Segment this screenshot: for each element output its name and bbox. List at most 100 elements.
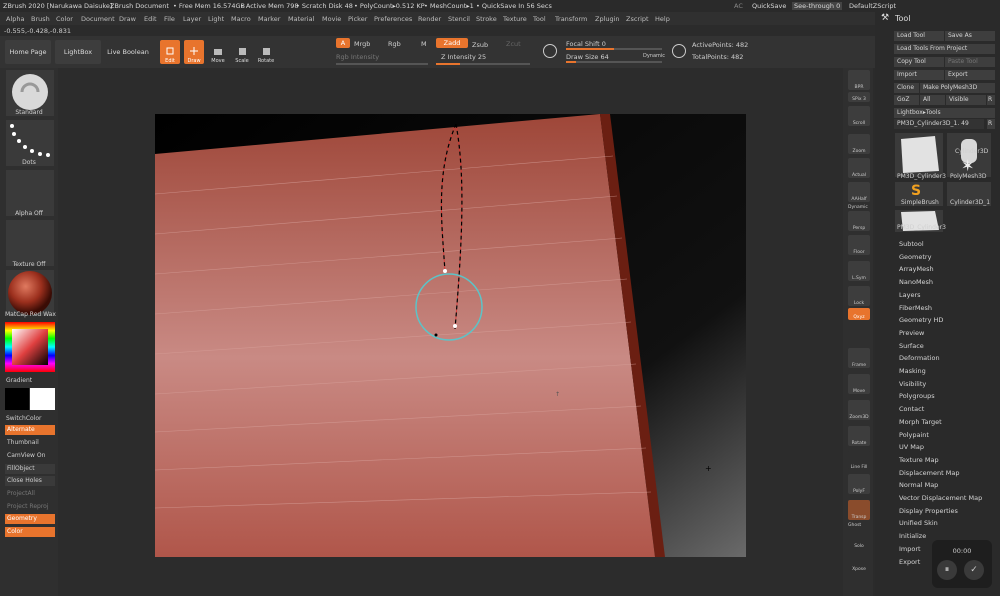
menu-stroke[interactable]: Stroke — [476, 15, 497, 23]
closeholes-button[interactable]: Close Holes — [5, 476, 55, 486]
curve-point[interactable] — [434, 333, 438, 337]
move-button[interactable]: Move — [208, 40, 228, 64]
import-button[interactable]: Import — [894, 70, 944, 80]
tool-item-display-properties[interactable]: Display Properties — [899, 507, 958, 515]
load-tools-from-project-button[interactable]: Load Tools From Project — [894, 44, 995, 54]
zoom-button[interactable]: Zoom — [848, 134, 870, 154]
all-button[interactable]: All — [920, 95, 945, 105]
menu-file[interactable]: File — [164, 15, 175, 23]
menu-color[interactable]: Color — [56, 15, 73, 23]
lightbox-tools-button[interactable]: Lightbox▸Tools — [894, 108, 995, 118]
lightbox-button[interactable]: LightBox — [55, 40, 101, 64]
tool-item-arraymesh[interactable]: ArrayMesh — [899, 265, 934, 273]
make-polymesh-button[interactable]: Make PolyMesh3D — [920, 83, 995, 93]
menu-transform[interactable]: Transform — [555, 15, 587, 23]
save-as-button[interactable]: Save As — [945, 31, 995, 41]
tool-item-export[interactable]: Export — [899, 558, 920, 566]
quicksave-button[interactable]: QuickSave — [752, 2, 786, 10]
tool-item-uv-map[interactable]: UV Map — [899, 443, 924, 451]
edit-button[interactable]: Edit — [160, 40, 180, 64]
m-toggle[interactable]: M — [421, 40, 427, 48]
tool-item-deformation[interactable]: Deformation — [899, 354, 940, 362]
tool-item-visibility[interactable]: Visibility — [899, 380, 926, 388]
tool-item-polypaint[interactable]: Polypaint — [899, 431, 929, 439]
tool-item-contact[interactable]: Contact — [899, 405, 924, 413]
alternate-toggle[interactable]: Alternate — [5, 425, 55, 435]
scroll-button[interactable]: Scroll — [848, 106, 870, 126]
tool-item-morph-target[interactable]: Morph Target — [899, 418, 942, 426]
tool-item-normal-map[interactable]: Normal Map — [899, 481, 938, 489]
zcut-toggle[interactable]: Zcut — [506, 40, 521, 48]
tool-item-geometry[interactable]: Geometry — [899, 253, 931, 261]
solo-button[interactable]: Solo — [848, 529, 870, 549]
menu-macro[interactable]: Macro — [231, 15, 251, 23]
local-symmetry-button[interactable]: L.Sym — [848, 261, 870, 281]
bpr-button[interactable]: BPR — [848, 70, 870, 90]
spix-slider[interactable]: SPix 3 — [848, 92, 870, 102]
fillobject-button[interactable]: FillObject — [5, 464, 55, 474]
pause-button[interactable]: ⏸ — [937, 560, 957, 580]
tool-item-geometry-hd[interactable]: Geometry HD — [899, 316, 943, 324]
tool-item-fibermesh[interactable]: FiberMesh — [899, 304, 932, 312]
polyf-button[interactable]: PolyF — [848, 474, 870, 494]
frame-button[interactable]: Frame — [848, 348, 870, 368]
tool-item-layers[interactable]: Layers — [899, 291, 921, 299]
main-color-swatch[interactable] — [30, 388, 55, 410]
menu-texture[interactable]: Texture — [503, 15, 527, 23]
document-viewport[interactable]: ↑ + — [155, 114, 746, 557]
menu-document[interactable]: Document — [81, 15, 115, 23]
current-tool-slider[interactable]: PM3D_Cylinder3D_1. 49 — [894, 119, 984, 129]
rotate-view-button[interactable]: Rotate — [848, 426, 870, 446]
home-page-button[interactable]: Home Page — [5, 40, 51, 64]
live-boolean-button[interactable]: Live Boolean — [105, 40, 151, 64]
gradient-label[interactable]: Gradient — [0, 377, 58, 384]
focal-shift-icon[interactable] — [543, 44, 557, 58]
menu-light[interactable]: Light — [208, 15, 224, 23]
menu-layer[interactable]: Layer — [183, 15, 201, 23]
clone-button[interactable]: Clone — [894, 83, 919, 93]
load-tool-button[interactable]: Load Tool — [894, 31, 944, 41]
menu-alpha[interactable]: Alpha — [6, 15, 24, 23]
transp-button[interactable]: Transp — [848, 500, 870, 520]
material-thumbnail[interactable] — [6, 270, 54, 316]
copy-tool-button[interactable]: Copy Tool — [894, 57, 944, 67]
menu-material[interactable]: Material — [288, 15, 314, 23]
zadd-toggle[interactable]: Zadd — [436, 38, 468, 48]
tool-item-import[interactable]: Import — [899, 545, 921, 553]
draw-size-slider[interactable] — [566, 61, 662, 63]
color-toggle[interactable]: Color — [5, 527, 55, 537]
tool-item-preview[interactable]: Preview — [899, 329, 924, 337]
dynamic-toggle[interactable]: Dynamic — [643, 53, 665, 59]
menu-preferences[interactable]: Preferences — [374, 15, 412, 23]
tool-item-nanomesh[interactable]: NanoMesh — [899, 278, 933, 286]
tool-thumb-pm3d-cylinder[interactable] — [895, 133, 943, 177]
curve-handle[interactable] — [443, 269, 447, 273]
menu-marker[interactable]: Marker — [258, 15, 280, 23]
color-picker[interactable] — [5, 322, 55, 372]
mrgb-toggle[interactable]: Mrgb — [354, 40, 370, 48]
project-reproject-button[interactable]: Project Reproj — [5, 502, 55, 512]
a-toggle[interactable]: A — [336, 38, 350, 48]
linefill-button[interactable]: Line Fill — [848, 450, 870, 470]
tool-item-unified-skin[interactable]: Unified Skin — [899, 519, 938, 527]
menu-tool[interactable]: Tool — [533, 15, 546, 23]
menu-movie[interactable]: Movie — [322, 15, 341, 23]
tool-item-initialize[interactable]: Initialize — [899, 532, 926, 540]
tool-item-vector-displacement-map[interactable]: Vector Displacement Map — [899, 494, 982, 502]
move-view-button[interactable]: Move — [848, 374, 870, 394]
tool-item-displacement-map[interactable]: Displacement Map — [899, 469, 959, 477]
tool-item-surface[interactable]: Surface — [899, 342, 924, 350]
visible-button[interactable]: Visible — [946, 95, 986, 105]
geometry-toggle[interactable]: Geometry — [5, 514, 55, 524]
tool-item-subtool[interactable]: Subtool — [899, 240, 924, 248]
switchcolor-button[interactable]: SwitchColor — [0, 415, 58, 422]
lock-button[interactable]: Lock — [848, 286, 870, 306]
goz-r-button[interactable]: R — [987, 95, 995, 105]
projectall-button[interactable]: ProjectAll — [5, 489, 55, 499]
goz-button[interactable]: GoZ — [894, 95, 919, 105]
axis-toggle[interactable] — [848, 324, 870, 340]
menu-zscript[interactable]: Zscript — [626, 15, 649, 23]
menu-stencil[interactable]: Stencil — [448, 15, 470, 23]
xpose-button[interactable]: Xpose — [848, 552, 870, 572]
menu-zplugin[interactable]: Zplugin — [595, 15, 620, 23]
